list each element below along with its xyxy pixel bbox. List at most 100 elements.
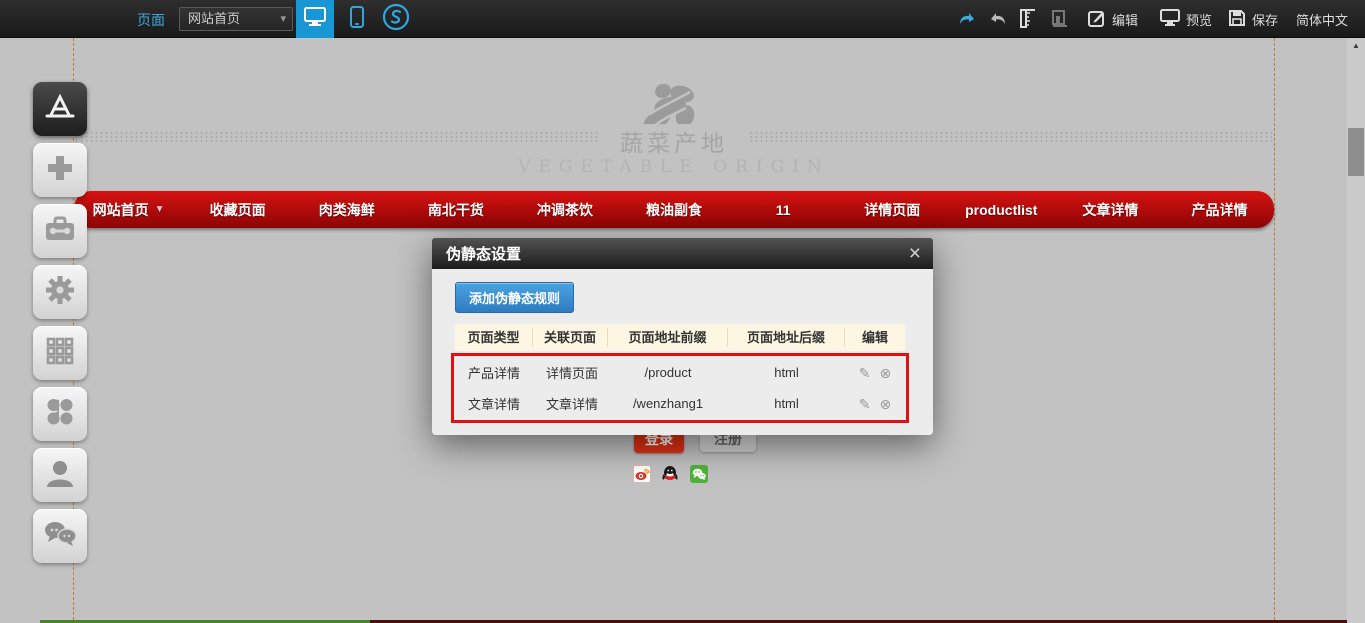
close-icon[interactable]: ×: [909, 243, 921, 264]
edit-button[interactable]: 编辑: [1088, 0, 1138, 38]
user-icon: [44, 457, 76, 494]
design-mode-button[interactable]: [377, 0, 415, 38]
editor-stage: 页面 网站首页 ▾: [0, 0, 1365, 623]
preview-label: 预览: [1186, 10, 1212, 29]
preview-button[interactable]: 预览: [1160, 0, 1212, 38]
mobile-icon: [350, 6, 364, 33]
nav-item[interactable]: 产品详情: [1165, 191, 1274, 228]
pseudo-static-modal: 伪静态设置 × 添加伪静态规则 页面类型 关联页面 页面地址前缀 页面地址后缀 …: [432, 238, 933, 435]
row-actions: ✎ ⊗: [845, 366, 905, 380]
modal-header[interactable]: 伪静态设置 ×: [432, 238, 933, 269]
edit-row-icon[interactable]: ✎: [859, 366, 871, 380]
modal-body: 添加伪静态规则 页面类型 关联页面 页面地址前缀 页面地址后缀 编辑 产品详情 …: [432, 269, 933, 435]
mobile-view-button[interactable]: [340, 0, 374, 38]
gear-icon: [43, 273, 77, 312]
row-page-type: 产品详情: [455, 363, 533, 382]
rules-table: 页面类型 关联页面 页面地址前缀 页面地址后缀 编辑 产品详情 详情页面 /pr…: [455, 324, 905, 423]
nav-item[interactable]: 粮油副食: [619, 191, 728, 228]
save-button[interactable]: 保存: [1228, 0, 1278, 38]
sidebar-item-app-store[interactable]: [33, 82, 87, 136]
page-select[interactable]: 网站首页 ▾: [179, 7, 293, 31]
bar-chart-icon: [1051, 9, 1069, 30]
nav-item[interactable]: 详情页面: [838, 191, 947, 228]
qq-icon[interactable]: [661, 465, 679, 483]
ruler-button[interactable]: [1016, 0, 1040, 38]
sidebar-item-chat[interactable]: [33, 509, 87, 563]
top-toolbar: 页面 网站首页 ▾: [0, 0, 1365, 38]
grid-icon: [45, 336, 75, 371]
header-page-type: 页面类型: [455, 328, 533, 347]
sidebar-item-settings[interactable]: [33, 265, 87, 319]
sidebar-item-toolbox[interactable]: [33, 204, 87, 258]
header-linked-page: 关联页面: [533, 328, 608, 347]
site-logo-title-row: 蔬菜产地: [74, 124, 1274, 158]
plus-icon: [45, 153, 75, 188]
table-row: 文章详情 文章详情 /wenzhang1 html ✎ ⊗: [455, 388, 905, 419]
row-actions: ✎ ⊗: [845, 397, 905, 411]
nav-item[interactable]: 文章详情: [1056, 191, 1165, 228]
stats-button[interactable]: [1048, 0, 1072, 38]
nav-item[interactable]: 收藏页面: [183, 191, 292, 228]
clover-icon: [44, 396, 76, 433]
site-navbar: 网站首页 ▼ 收藏页面 肉类海鲜 南北干货 冲调茶饮 粮油副食 11 详情页面 …: [74, 191, 1274, 228]
undo-icon: [957, 10, 977, 29]
edit-row-icon[interactable]: ✎: [859, 397, 871, 411]
right-guide-line: [1274, 38, 1275, 620]
row-page-type: 文章详情: [455, 394, 533, 413]
nav-item[interactable]: 南北干货: [401, 191, 510, 228]
app-store-icon: [43, 90, 77, 129]
sidebar-item-modules-grid[interactable]: [33, 326, 87, 380]
nav-item[interactable]: 冲调茶饮: [510, 191, 619, 228]
delete-row-icon[interactable]: ⊗: [880, 366, 892, 380]
scrollbar-thumb[interactable]: [1348, 128, 1364, 176]
sidebar-item-member[interactable]: [33, 448, 87, 502]
save-label: 保存: [1252, 10, 1278, 29]
rules-table-header: 页面类型 关联页面 页面地址前缀 页面地址后缀 编辑: [455, 324, 905, 351]
row-url-prefix: /product: [608, 365, 728, 380]
nav-item[interactable]: productlist: [947, 191, 1056, 228]
chat-bubbles-icon: [42, 519, 78, 554]
language-switch[interactable]: 简体中文: [1296, 0, 1348, 38]
preview-monitor-icon: [1160, 9, 1180, 30]
toolbox-icon: [43, 214, 77, 249]
row-url-suffix: html: [728, 365, 845, 380]
save-disk-icon: [1228, 9, 1246, 30]
header-url-suffix: 页面地址后缀: [728, 328, 845, 347]
row-url-prefix: /wenzhang1: [608, 396, 728, 411]
row-url-suffix: html: [728, 396, 845, 411]
chevron-down-icon: ▾: [280, 8, 286, 30]
wechat-icon[interactable]: [690, 465, 708, 483]
page-label: 页面: [137, 10, 165, 30]
nav-item[interactable]: 11: [729, 191, 838, 228]
desktop-icon: [304, 7, 326, 32]
header-edit: 编辑: [845, 328, 905, 347]
row-linked-page: 详情页面: [533, 363, 608, 382]
add-rule-button[interactable]: 添加伪静态规则: [455, 282, 574, 313]
edit-pencil-icon: [1088, 9, 1106, 30]
delete-row-icon[interactable]: ⊗: [880, 397, 892, 411]
sidebar-item-add-module[interactable]: [33, 143, 87, 197]
redo-icon: [988, 10, 1008, 29]
desktop-view-button[interactable]: [296, 0, 334, 38]
rules-highlight-box: 产品详情 详情页面 /product html ✎ ⊗ 文章详情 文章详情 /w…: [451, 353, 909, 423]
site-logo-subtitle: VEGETABLE ORIGIN: [74, 157, 1274, 177]
table-row: 产品详情 详情页面 /product html ✎ ⊗: [455, 357, 905, 388]
row-linked-page: 文章详情: [533, 394, 608, 413]
nav-item[interactable]: 肉类海鲜: [292, 191, 401, 228]
page-select-value: 网站首页: [188, 11, 240, 26]
language-label: 简体中文: [1296, 10, 1348, 29]
weibo-icon[interactable]: [633, 465, 651, 483]
design-logo-icon: [382, 3, 410, 36]
ruler-icon: [1018, 7, 1038, 32]
chevron-down-icon: ▼: [155, 204, 165, 215]
site-logo-title[interactable]: 蔬菜产地: [600, 124, 748, 158]
sidebar-item-components[interactable]: [33, 387, 87, 441]
scrollbar[interactable]: ▲: [1347, 38, 1365, 623]
nav-item-home[interactable]: 网站首页 ▼: [74, 191, 183, 228]
edit-label: 编辑: [1112, 10, 1138, 29]
scrollbar-up-icon[interactable]: ▲: [1347, 41, 1365, 50]
undo-button[interactable]: [955, 0, 979, 38]
header-url-prefix: 页面地址前缀: [608, 328, 728, 347]
redo-button[interactable]: [986, 0, 1010, 38]
modal-title: 伪静态设置: [446, 243, 521, 264]
